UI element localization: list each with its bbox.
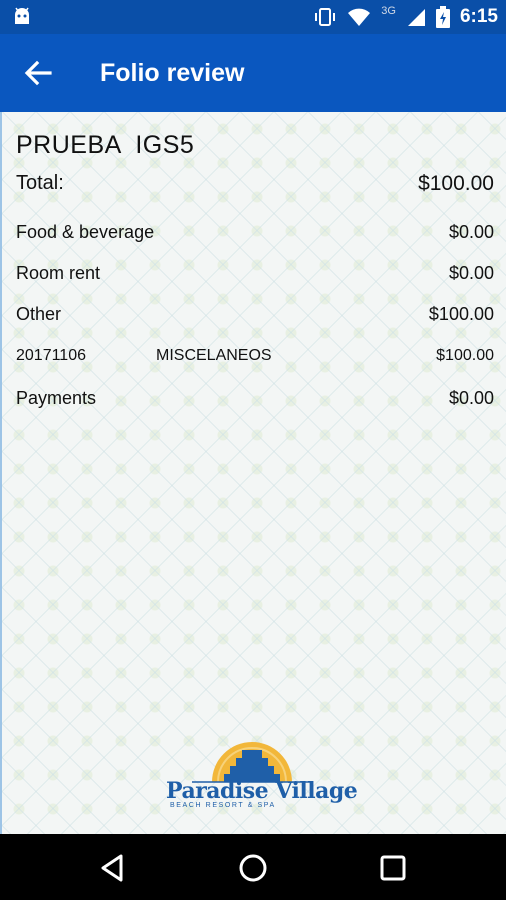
navigation-bar [0,834,506,900]
sun-pyramid-icon [192,742,312,783]
status-time: 6:15 [459,6,498,27]
status-bar: 3G 6:15 [0,0,506,34]
wifi-icon [348,8,371,26]
vibrate-icon [315,8,336,26]
home-circle-icon[interactable] [237,852,269,884]
section-label: Food & beverage [16,222,155,242]
app-bar: Folio review [0,34,506,112]
total-value: $100.00 [418,172,494,195]
page-title: Folio review [100,59,245,87]
resort-logo: Paradise Village BEACH RESORT & SPA [162,736,358,816]
detail-row: 20171106 MISCELANEOS $100.00 [16,347,494,373]
payments-value: $0.00 [448,388,494,408]
section-value: $0.00 [448,222,494,242]
section-row-food-beverage: Food & beverage $0.00 [16,222,494,248]
total-label: Total: [16,172,64,194]
section-row-other: Other $100.00 [16,304,494,330]
detail-date: 20171106 [16,347,86,364]
battery-icon [435,6,450,28]
folio-content: PRUEBA IGS5 Total: $100.00 Food & bevera… [0,112,506,834]
recents-square-icon[interactable] [377,852,409,884]
signal-icon [407,9,425,26]
section-label: Room rent [16,263,101,283]
back-triangle-icon[interactable] [97,852,129,884]
detail-description: MISCELANEOS [156,347,272,364]
network-type: 3G [381,5,396,17]
section-value: $100.00 [428,304,494,324]
section-row-room-rent: Room rent $0.00 [16,263,494,289]
guest-name: PRUEBA IGS5 [16,131,195,159]
payments-row: Payments $0.00 [16,388,494,414]
payments-label: Payments [16,388,97,408]
android-icon [15,7,29,24]
section-label: Other [16,304,62,324]
logo-tagline: BEACH RESORT & SPA [170,802,276,809]
total-row: Total: $100.00 [16,172,494,198]
section-value: $0.00 [448,263,494,283]
arrow-back-icon[interactable] [22,58,54,88]
detail-amount: $100.00 [436,347,494,364]
logo-brand: Paradise Village [166,778,358,804]
